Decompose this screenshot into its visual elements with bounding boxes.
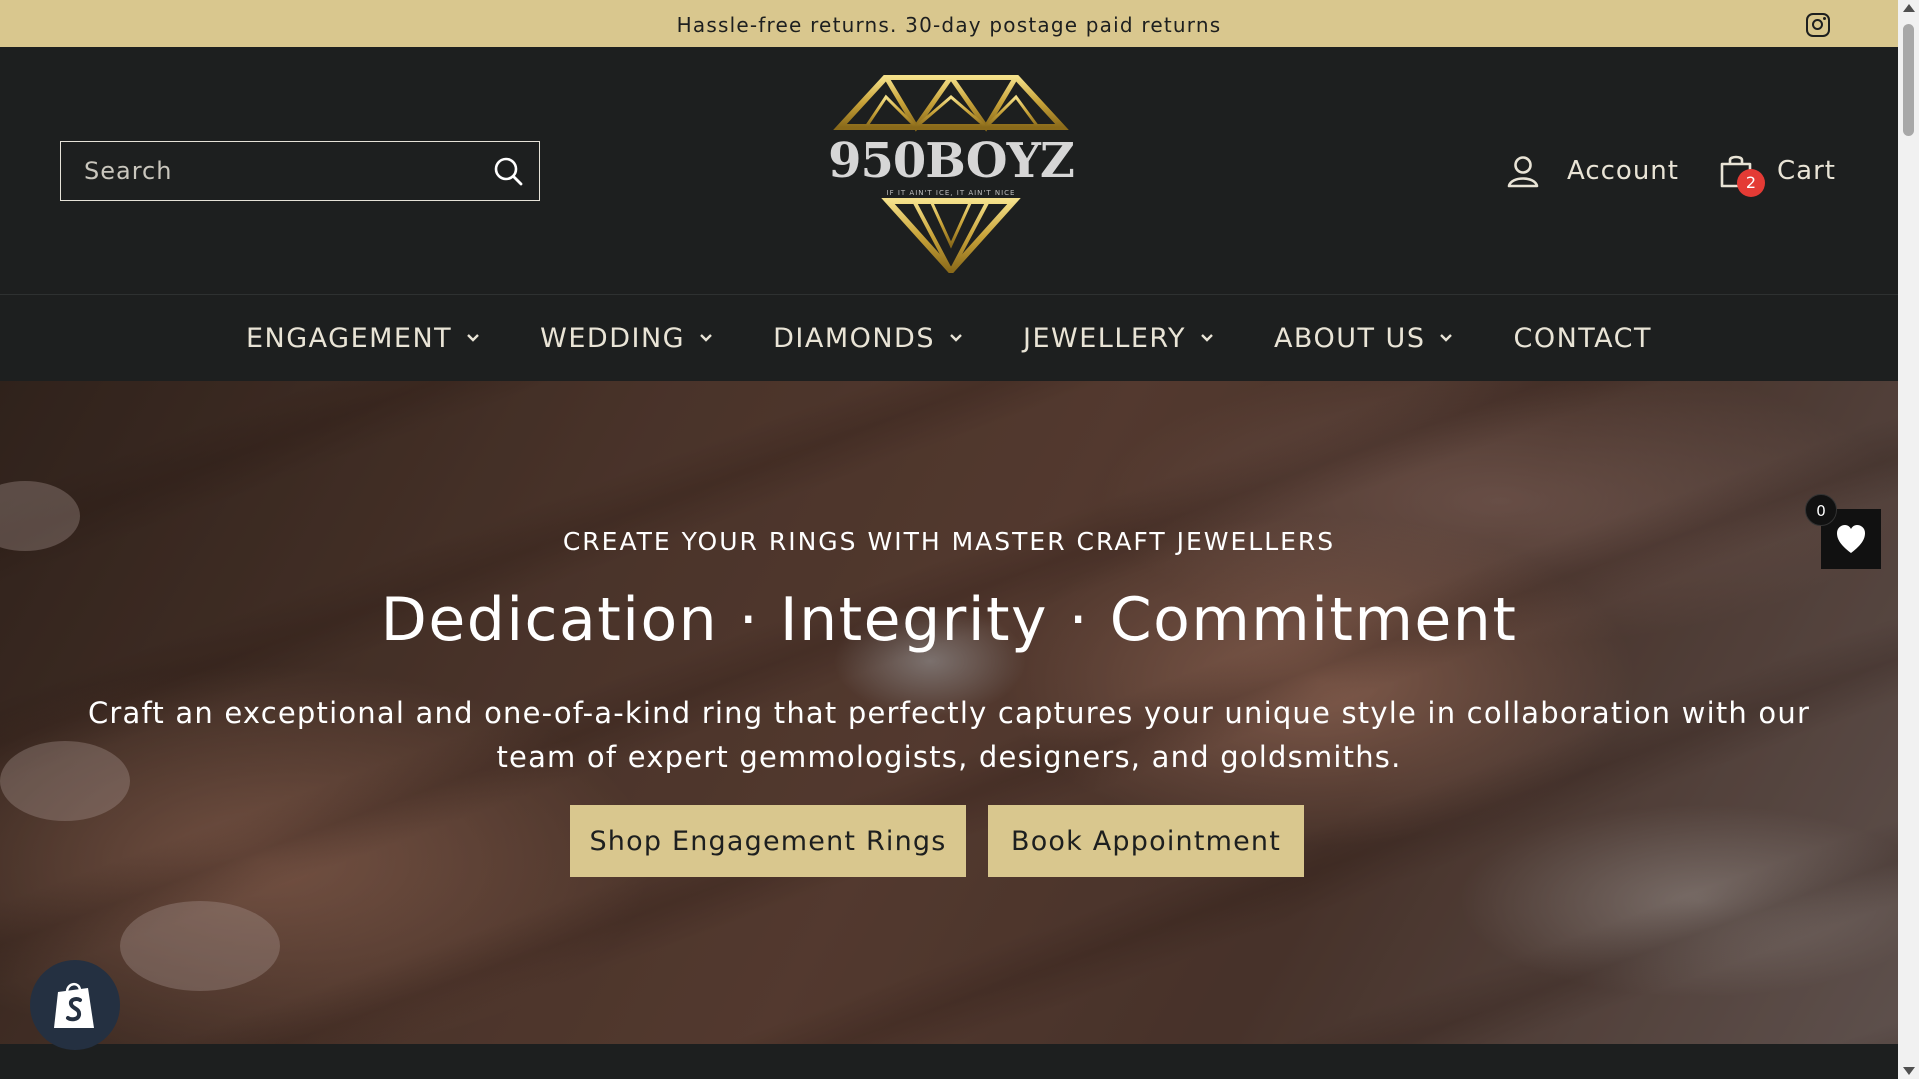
nav-item-diamonds[interactable]: DIAMONDS: [773, 323, 963, 354]
chevron-down-icon: [1440, 334, 1453, 342]
announcement-text: Hassle-free returns. 30-day postage paid…: [676, 13, 1222, 37]
logo-tagline: IF IT AIN'T ICE, IT AIN'T NICE: [886, 189, 1016, 197]
wishlist-count-badge: 0: [1805, 494, 1837, 526]
nav-item-about-us[interactable]: ABOUT US: [1274, 323, 1454, 354]
nav-item-label: JEWELLERY: [1023, 322, 1186, 354]
search-form: [60, 141, 540, 201]
nav-item-wedding[interactable]: WEDDING: [540, 323, 713, 354]
page: Hassle-free returns. 30-day postage paid…: [0, 0, 1898, 1079]
instagram-icon[interactable]: [1806, 13, 1830, 37]
logo-brand: 950BOYZ: [828, 133, 1075, 189]
main-nav: ENGAGEMENT WEDDING DIAMONDS JEWELLERY AB…: [0, 295, 1898, 381]
hero-banner: CREATE YOUR RINGS WITH MASTER CRAFT JEWE…: [0, 381, 1898, 1044]
page-scrollbar[interactable]: [1898, 0, 1919, 1079]
site-logo[interactable]: 950BOYZ IF IT AIN'T ICE, IT AIN'T NICE: [826, 72, 1076, 276]
nav-item-jewellery[interactable]: JEWELLERY: [1023, 323, 1214, 354]
nav-item-label: ABOUT US: [1273, 322, 1426, 354]
search-button[interactable]: [493, 156, 523, 186]
shopify-bag-icon: [54, 983, 94, 1028]
book-appointment-button[interactable]: Book Appointment: [988, 805, 1304, 877]
cart-count-badge: 2: [1737, 169, 1765, 197]
nav-item-label: DIAMONDS: [773, 322, 935, 354]
hero-eyebrow: CREATE YOUR RINGS WITH MASTER CRAFT JEWE…: [562, 527, 1336, 556]
search-icon: [494, 157, 523, 186]
cart-link[interactable]: 2 Cart: [1719, 151, 1836, 197]
nav-item-contact[interactable]: CONTACT: [1513, 323, 1652, 354]
nav-item-label: ENGAGEMENT: [245, 322, 453, 354]
chevron-down-icon: [700, 334, 712, 342]
hero-description: Craft an exceptional and one-of-a-kind r…: [87, 696, 1811, 774]
scroll-down-arrow-icon[interactable]: [1903, 1067, 1915, 1075]
scroll-up-arrow-icon[interactable]: [1903, 4, 1915, 12]
site-header: 950BOYZ IF IT AIN'T ICE, IT AIN'T NICE A…: [0, 47, 1898, 295]
account-link[interactable]: Account: [1505, 151, 1679, 191]
cart-label: Cart: [1777, 156, 1836, 186]
chevron-down-icon: [467, 334, 480, 342]
user-icon: [1507, 156, 1539, 188]
scrollbar-thumb[interactable]: [1903, 24, 1914, 136]
hero-title: Dedication · Integrity · Commitment: [380, 585, 1518, 655]
chevron-down-icon: [950, 334, 962, 342]
logo-wordmark: 950BOYZ: [826, 133, 1076, 189]
shopify-chat-button[interactable]: [30, 960, 120, 1050]
nav-item-label: WEDDING: [540, 322, 686, 354]
nav-item-label: CONTACT: [1513, 322, 1653, 354]
cart-icon-wrap: 2: [1719, 153, 1765, 197]
nav-item-engagement[interactable]: ENGAGEMENT: [246, 323, 480, 354]
account-label: Account: [1567, 156, 1679, 186]
shop-engagement-rings-button[interactable]: Shop Engagement Rings: [570, 805, 966, 877]
announcement-bar: Hassle-free returns. 30-day postage paid…: [0, 0, 1898, 47]
chevron-down-icon: [1201, 334, 1213, 342]
search-input[interactable]: [61, 142, 461, 199]
